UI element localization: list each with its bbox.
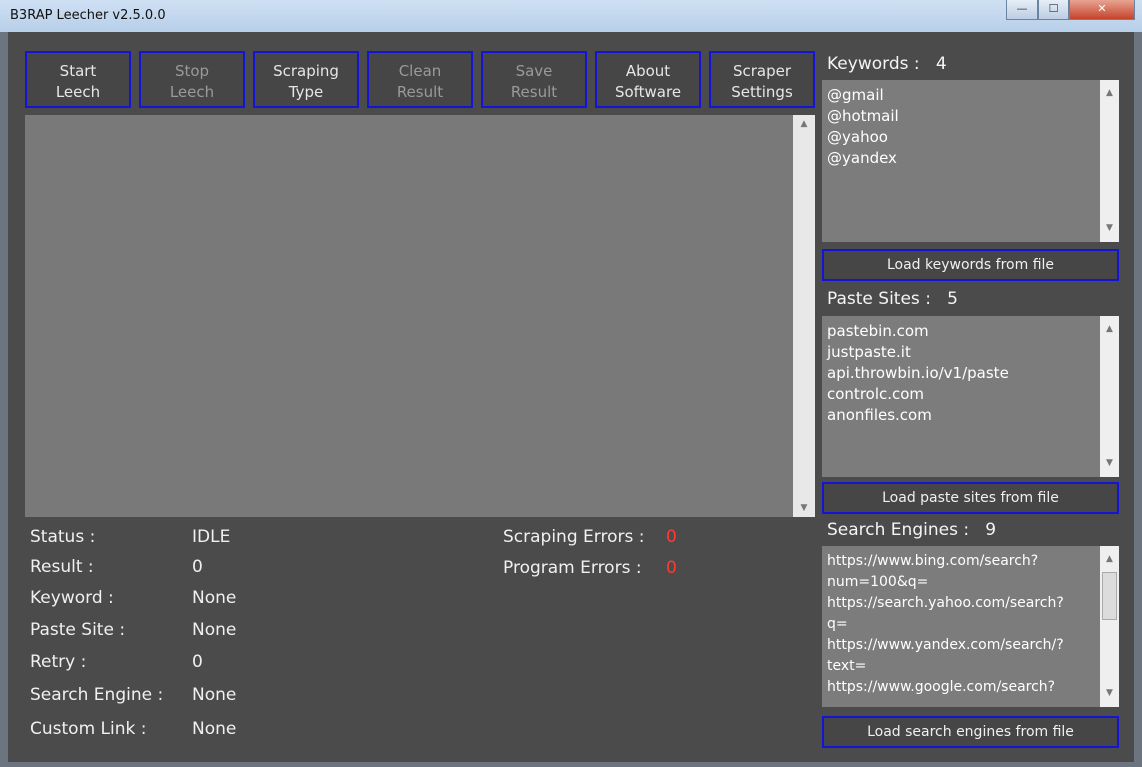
list-item[interactable]: justpaste.it xyxy=(827,342,1095,363)
maximize-button[interactable]: ☐ xyxy=(1038,0,1069,20)
stop-leech-button[interactable]: Stop Leech xyxy=(139,51,245,108)
retry-value: 0 xyxy=(192,652,203,672)
results-scrollbar[interactable]: ▲ ▼ xyxy=(793,115,815,517)
paste-sites-label: Paste Sites : 5 xyxy=(827,289,958,309)
custom-link-value: None xyxy=(192,719,237,739)
minimize-button[interactable]: — xyxy=(1006,0,1038,20)
search-engine-label: Search Engine : xyxy=(30,685,164,705)
close-button[interactable]: ✕ xyxy=(1069,0,1135,20)
window-title: B3RAP Leecher v2.5.0.0 xyxy=(10,8,166,23)
scraping-errors-value: 0 xyxy=(666,527,677,547)
about-software-button[interactable]: About Software xyxy=(595,51,701,108)
results-area[interactable]: ▲ ▼ xyxy=(25,115,815,517)
keywords-list[interactable]: @gmail @hotmail @yahoo @yandex ▲ ▼ xyxy=(822,80,1119,242)
list-item[interactable]: anonfiles.com xyxy=(827,405,1095,426)
paste-sites-count: 5 xyxy=(947,289,958,309)
result-value: 0 xyxy=(192,557,203,577)
paste-site-label: Paste Site : xyxy=(30,620,126,640)
search-engines-list[interactable]: https://www.bing.com/search? num=100&q= … xyxy=(822,546,1119,707)
keywords-count: 4 xyxy=(935,54,947,74)
clean-result-button[interactable]: Clean Result xyxy=(367,51,473,108)
list-item[interactable]: api.throwbin.io/v1/paste xyxy=(827,363,1095,384)
scroll-thumb[interactable] xyxy=(1102,572,1117,620)
title-bar: B3RAP Leecher v2.5.0.0 — ☐ ✕ xyxy=(0,0,1142,32)
save-result-button[interactable]: Save Result xyxy=(481,51,587,108)
search-engines-label: Search Engines : 9 xyxy=(827,520,997,540)
list-item[interactable]: @gmail xyxy=(827,85,1095,106)
list-item[interactable]: https://search.yahoo.com/search? xyxy=(827,593,1095,614)
keyword-value: None xyxy=(192,588,237,608)
status-label: Status : xyxy=(30,527,96,547)
scraping-type-button[interactable]: Scraping Type xyxy=(253,51,359,108)
load-search-engines-button[interactable]: Load search engines from file xyxy=(822,716,1119,748)
program-errors-label: Program Errors : xyxy=(503,558,642,578)
scroll-up-icon[interactable]: ▲ xyxy=(793,119,815,129)
list-item[interactable]: https://www.google.com/search? xyxy=(827,677,1095,698)
list-item[interactable]: pastebin.com xyxy=(827,321,1095,342)
status-value: IDLE xyxy=(192,527,231,547)
search-engines-count: 9 xyxy=(985,520,997,540)
list-item[interactable]: controlc.com xyxy=(827,384,1095,405)
list-item[interactable]: @hotmail xyxy=(827,106,1095,127)
custom-link-label: Custom Link : xyxy=(30,719,147,739)
load-keywords-button[interactable]: Load keywords from file xyxy=(822,249,1119,281)
list-item[interactable]: text= xyxy=(827,656,1095,677)
list-item[interactable]: @yandex xyxy=(827,148,1095,169)
start-leech-button[interactable]: Start Leech xyxy=(25,51,131,108)
result-label: Result : xyxy=(30,557,94,577)
paste-sites-list[interactable]: pastebin.com justpaste.it api.throwbin.i… xyxy=(822,316,1119,477)
scroll-down-icon[interactable]: ▼ xyxy=(793,503,815,513)
list-item[interactable]: https://www.yandex.com/search/? xyxy=(827,635,1095,656)
keywords-scrollbar[interactable]: ▲ ▼ xyxy=(1100,80,1119,242)
scraping-errors-label: Scraping Errors : xyxy=(503,527,645,547)
list-item[interactable]: q= xyxy=(827,614,1095,635)
paste-site-value: None xyxy=(192,620,237,640)
program-errors-value: 0 xyxy=(666,558,677,578)
keywords-label: Keywords : 4 xyxy=(827,54,947,74)
list-item[interactable]: https://www.bing.com/search? xyxy=(827,551,1095,572)
search-engines-scrollbar[interactable]: ▲ ▼ xyxy=(1100,546,1119,707)
keyword-label: Keyword : xyxy=(30,588,114,608)
retry-label: Retry : xyxy=(30,652,87,672)
load-paste-sites-button[interactable]: Load paste sites from file xyxy=(822,482,1119,514)
search-engine-value: None xyxy=(192,685,237,705)
list-item[interactable]: @yahoo xyxy=(827,127,1095,148)
paste-sites-scrollbar[interactable]: ▲ ▼ xyxy=(1100,316,1119,477)
scraper-settings-button[interactable]: Scraper Settings xyxy=(709,51,815,108)
list-item[interactable]: num=100&q= xyxy=(827,572,1095,593)
